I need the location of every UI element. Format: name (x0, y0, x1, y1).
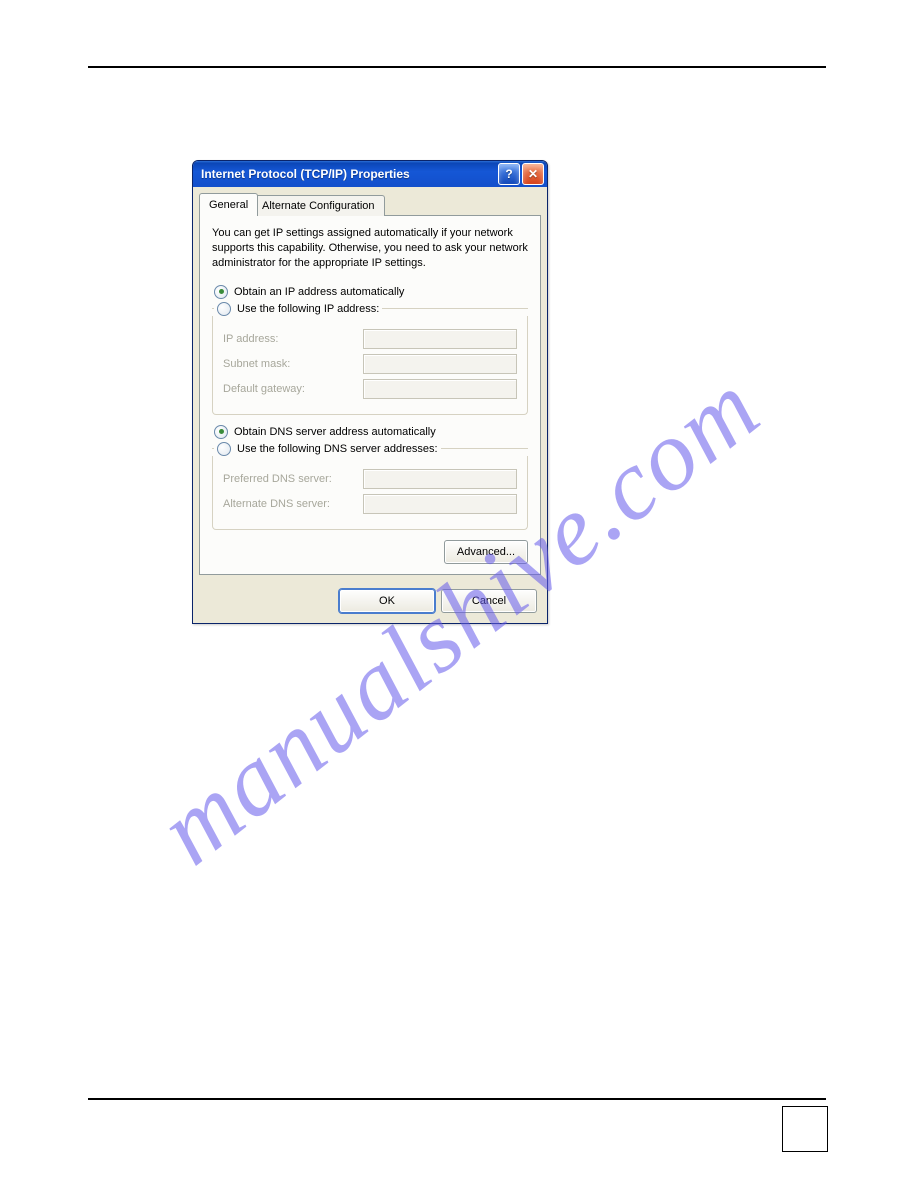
row-subnet-mask: Subnet mask: (223, 354, 517, 374)
help-button[interactable]: ? (498, 163, 520, 185)
radio-label: Use the following DNS server addresses: (237, 443, 438, 455)
page-number: 17 (782, 1106, 828, 1152)
dialog-footer: OK Cancel (193, 581, 547, 623)
row-ip-address: IP address: (223, 329, 517, 349)
label-preferred-dns: Preferred DNS server: (223, 473, 363, 485)
radio-row-ip-manual[interactable]: Use the following IP address: (217, 302, 379, 316)
radio-label: Obtain an IP address automatically (234, 286, 404, 298)
label-alternate-dns: Alternate DNS server: (223, 498, 363, 510)
radio-icon (214, 285, 228, 299)
ip-fieldset: IP address: Subnet mask: Default gateway… (212, 316, 528, 415)
tab-alternate-configuration[interactable]: Alternate Configuration (252, 195, 385, 216)
input-default-gateway[interactable] (363, 379, 517, 399)
advanced-row: Advanced... (212, 540, 528, 564)
close-button[interactable]: ✕ (522, 163, 544, 185)
label-subnet-mask: Subnet mask: (223, 358, 363, 370)
input-preferred-dns[interactable] (363, 469, 517, 489)
fieldset-legend-row: Use the following DNS server addresses: (212, 442, 528, 456)
input-ip-address[interactable] (363, 329, 517, 349)
ok-button[interactable]: OK (339, 589, 435, 613)
window-title: Internet Protocol (TCP/IP) Properties (201, 167, 496, 181)
page-bottom-rule (88, 1098, 826, 1100)
label-ip-address: IP address: (223, 333, 363, 345)
radio-row-dns-auto[interactable]: Obtain DNS server address automatically (214, 425, 528, 439)
instructions-text: You can get IP settings assigned automat… (212, 226, 528, 271)
tcpip-properties-dialog: Internet Protocol (TCP/IP) Properties ? … (192, 160, 548, 624)
page-header: Configuring Your Computers (697, 40, 823, 51)
radio-icon (214, 425, 228, 439)
radio-icon (217, 302, 231, 316)
radio-label: Obtain DNS server address automatically (234, 426, 436, 438)
tab-body: You can get IP settings assigned automat… (199, 215, 541, 575)
advanced-button[interactable]: Advanced... (444, 540, 528, 564)
radio-row-dns-manual[interactable]: Use the following DNS server addresses: (217, 442, 438, 456)
dns-fieldset: Preferred DNS server: Alternate DNS serv… (212, 456, 528, 530)
radio-row-ip-auto[interactable]: Obtain an IP address automatically (214, 285, 528, 299)
cancel-button[interactable]: Cancel (441, 589, 537, 613)
page-top-rule (88, 66, 826, 68)
tab-general[interactable]: General (199, 193, 258, 216)
row-alternate-dns: Alternate DNS server: (223, 494, 517, 514)
fieldset-legend-row: Use the following IP address: (212, 302, 528, 316)
row-preferred-dns: Preferred DNS server: (223, 469, 517, 489)
tab-strip: General Alternate Configuration (199, 193, 541, 215)
titlebar[interactable]: Internet Protocol (TCP/IP) Properties ? … (193, 161, 547, 187)
input-alternate-dns[interactable] (363, 494, 517, 514)
input-subnet-mask[interactable] (363, 354, 517, 374)
radio-label: Use the following IP address: (237, 303, 379, 315)
label-default-gateway: Default gateway: (223, 383, 363, 395)
radio-icon (217, 442, 231, 456)
row-default-gateway: Default gateway: (223, 379, 517, 399)
